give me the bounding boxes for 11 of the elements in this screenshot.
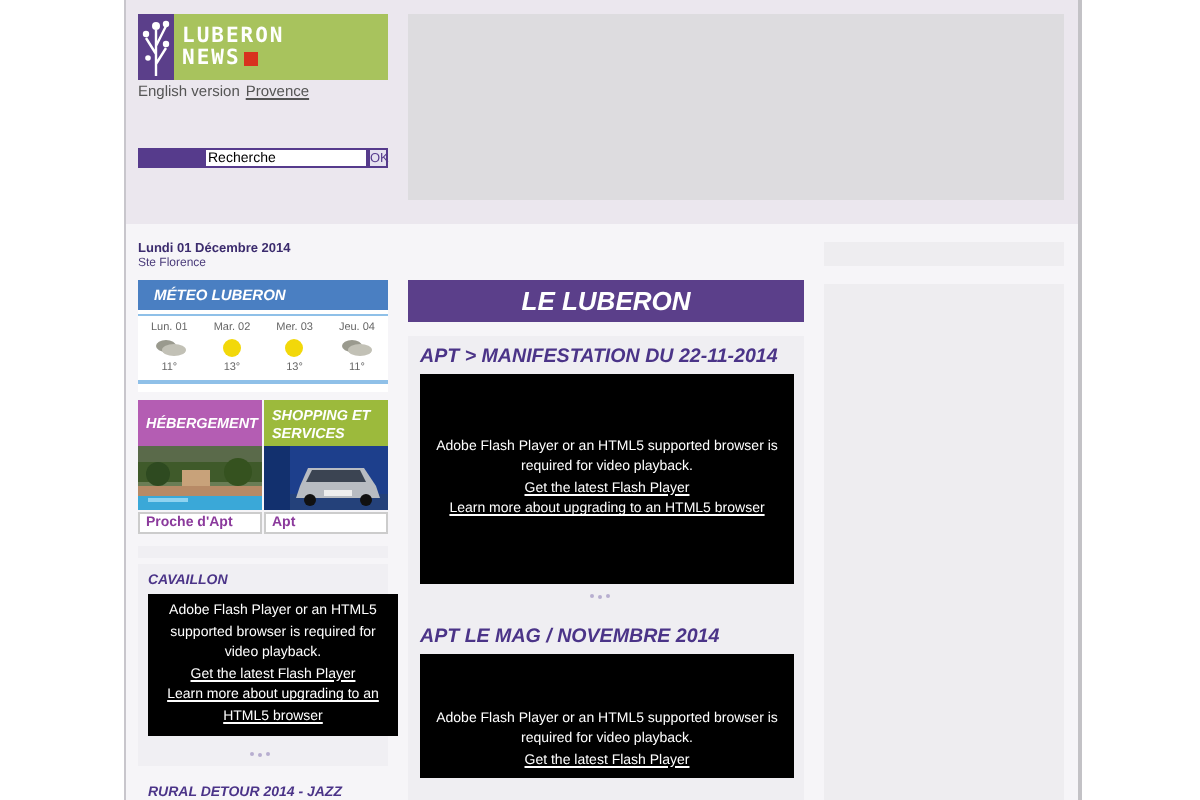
section-heading: LE LUBERON <box>408 280 804 322</box>
cloud-icon <box>153 338 186 358</box>
logo-text: NEWS <box>182 47 241 69</box>
square-icon <box>244 51 259 65</box>
logo-text: LUBERON <box>182 25 285 47</box>
cloud-icon <box>340 338 373 358</box>
video-title: APT LE MAG / NOVEMBRE 2014 <box>420 626 722 650</box>
loading-icon <box>588 592 616 600</box>
lavender-icon <box>138 14 174 80</box>
loading-icon <box>248 750 276 758</box>
video-title: APT > MANIFESTATION DU 22-11-2014 <box>420 346 780 370</box>
